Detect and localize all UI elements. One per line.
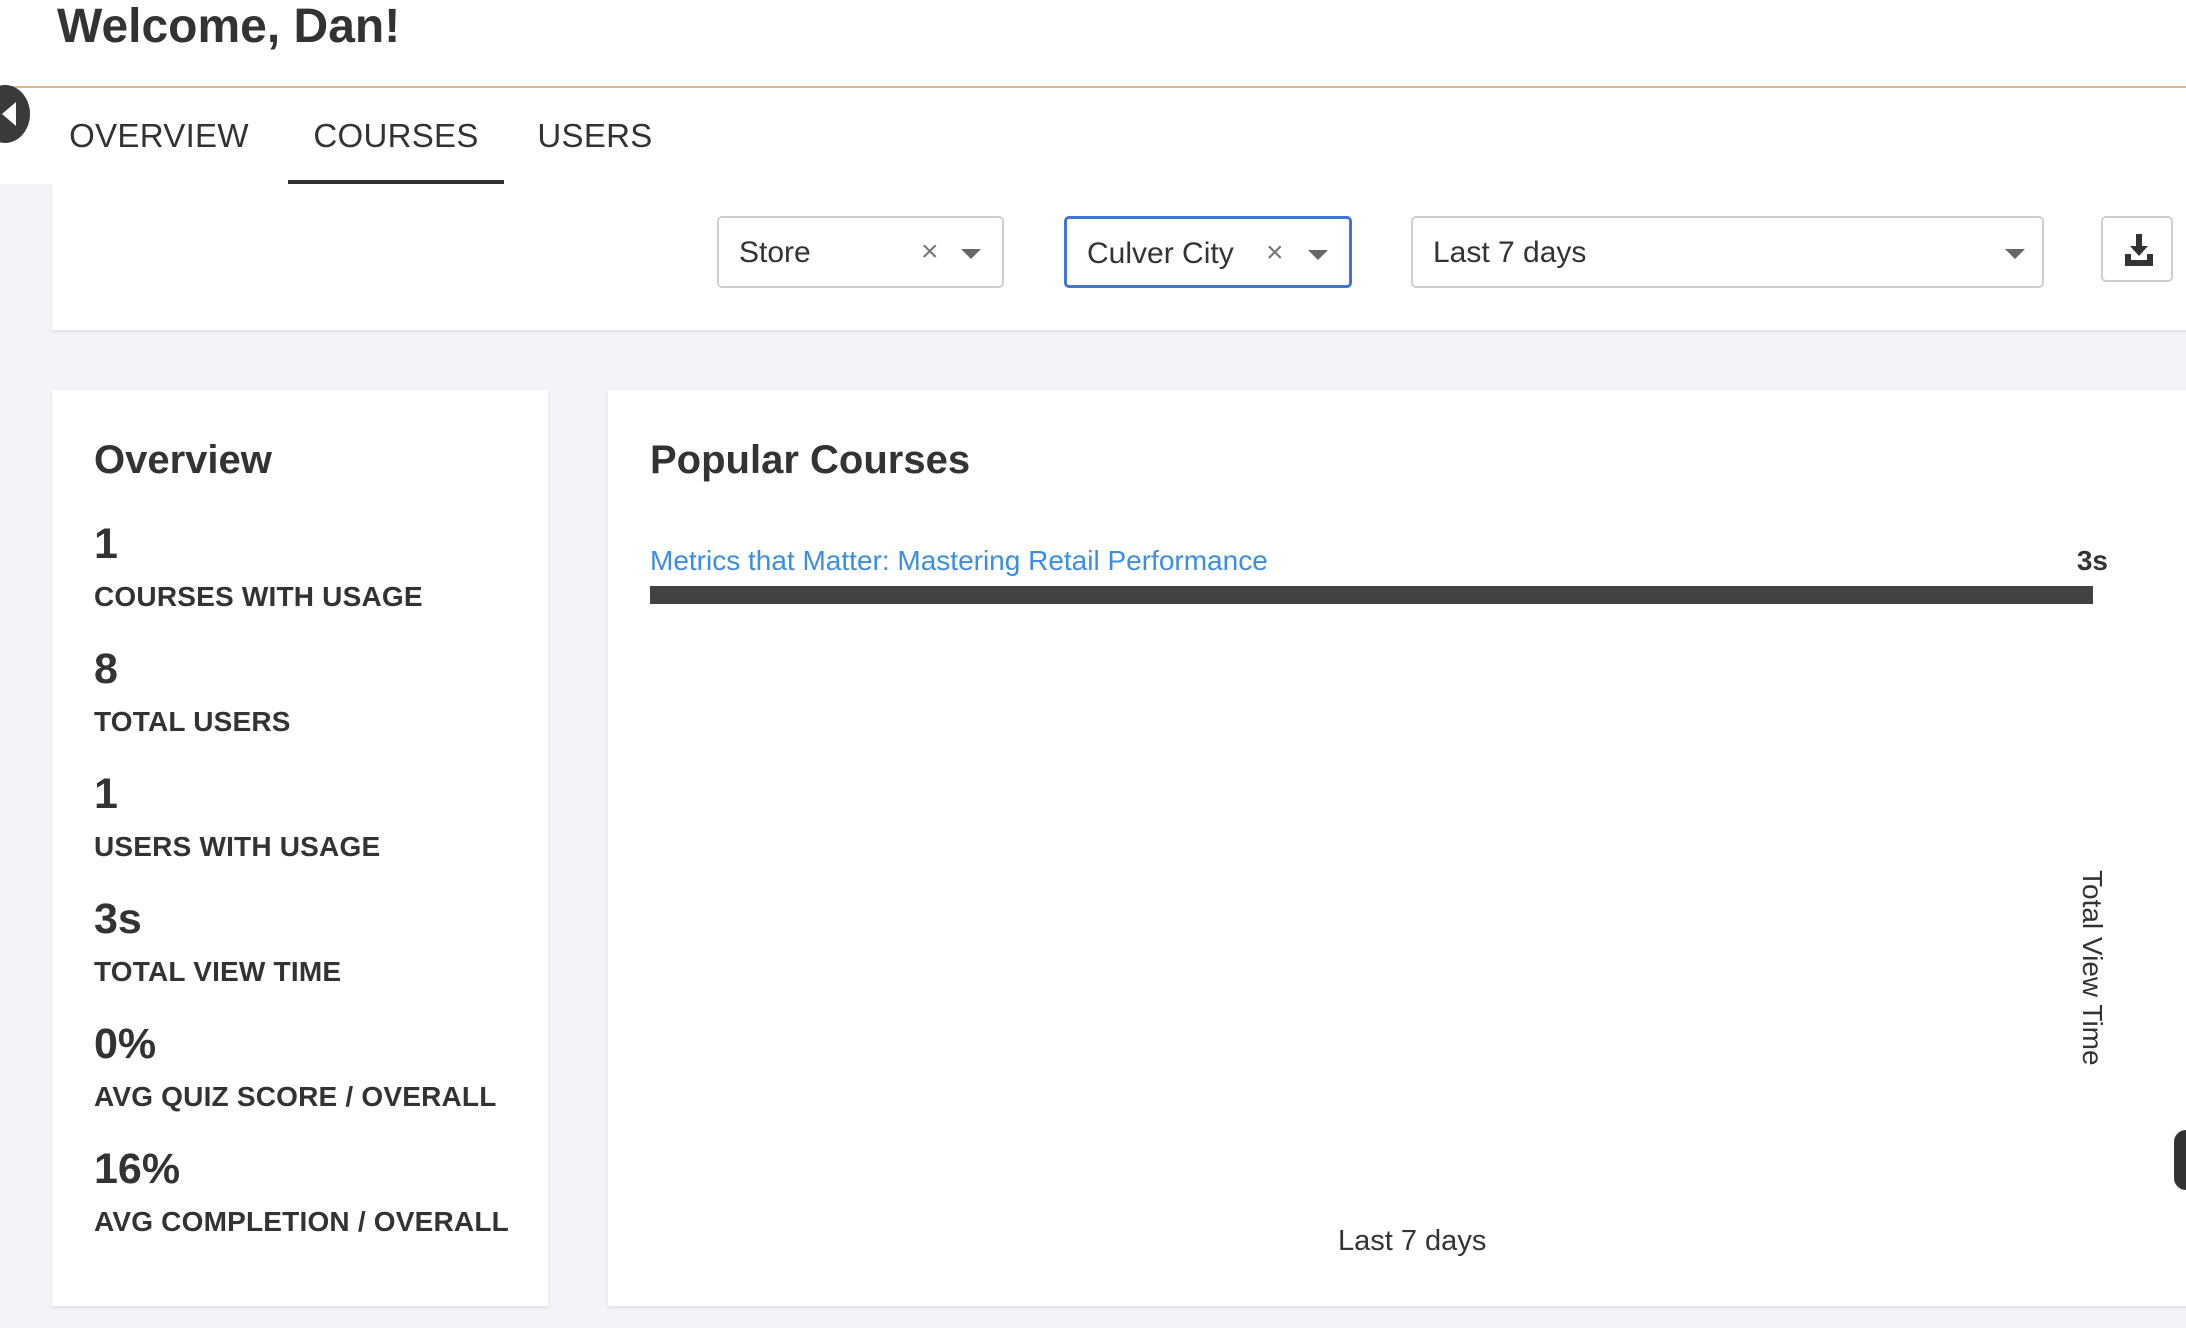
date-range-value: Last 7 days (1433, 236, 1587, 269)
stat-label: AVG COMPLETION / OVERALL (94, 1206, 509, 1237)
tab-bar: OVERVIEW COURSES USERS (0, 88, 2186, 184)
stat-total-view-time: 3s TOTAL VIEW TIME (94, 893, 341, 989)
location-select-value: Culver City (1087, 237, 1234, 270)
overview-title: Overview (94, 438, 272, 482)
stat-label: USERS WITH USAGE (94, 831, 381, 862)
stat-users-with-usage: 1 USERS WITH USAGE (94, 768, 380, 864)
close-icon[interactable]: × (1266, 219, 1284, 287)
popular-courses-title: Popular Courses (650, 438, 971, 482)
page-header: Welcome, Dan! (0, 0, 2186, 88)
store-select-value: Store (739, 236, 811, 269)
tab-courses[interactable]: COURSES (288, 88, 504, 184)
download-button[interactable] (2101, 216, 2173, 282)
course-view-time: 3s (2076, 545, 2108, 576)
stat-value: 3s (94, 895, 142, 943)
stat-value: 8 (94, 645, 118, 693)
stat-value: 0% (94, 1020, 157, 1068)
stat-courses-with-usage: 1 COURSES WITH USAGE (94, 518, 423, 614)
stat-label: TOTAL VIEW TIME (94, 956, 342, 987)
location-select[interactable]: Culver City × (1064, 216, 1352, 288)
stat-label: TOTAL USERS (94, 706, 291, 737)
date-range-select[interactable]: Last 7 days (1411, 216, 2044, 288)
filter-bar: Store × Culver City × Last 7 days (52, 184, 2186, 330)
close-icon[interactable]: × (921, 218, 939, 286)
download-icon (2125, 234, 2153, 266)
caret-down-icon[interactable] (961, 249, 981, 259)
stat-label: AVG QUIZ SCORE / OVERALL (94, 1081, 497, 1112)
caret-down-icon[interactable] (2005, 249, 2025, 259)
x-axis-label: Last 7 days (1338, 1225, 1487, 1257)
stat-value: 16% (94, 1145, 181, 1193)
stat-total-users: 8 TOTAL USERS (94, 643, 291, 739)
caret-down-icon[interactable] (1308, 250, 1328, 260)
stat-avg-quiz-score: 0% AVG QUIZ SCORE / OVERALL (94, 1018, 497, 1114)
stat-value: 1 (94, 520, 118, 568)
tab-users[interactable]: USERS (530, 88, 660, 184)
stat-label: COURSES WITH USAGE (94, 581, 423, 612)
overview-card: Overview 1 COURSES WITH USAGE 8 TOTAL US… (52, 390, 548, 1306)
stat-avg-completion: 16% AVG COMPLETION / OVERALL (94, 1143, 509, 1239)
stat-value: 1 (94, 770, 118, 818)
tab-overview[interactable]: OVERVIEW (64, 88, 254, 184)
help-widget-handle[interactable] (2174, 1130, 2186, 1190)
y-axis-label: Total View Time (2077, 870, 2108, 1066)
store-select[interactable]: Store × (717, 216, 1004, 288)
course-link[interactable]: Metrics that Matter: Mastering Retail Pe… (650, 545, 1268, 577)
course-bar (650, 586, 2093, 604)
popular-courses-card: Popular Courses Metrics that Matter: Mas… (608, 390, 2186, 1306)
dashboard-page: Welcome, Dan! OVERVIEW COURSES USERS Sto… (0, 0, 2186, 1328)
course-bar-track (650, 586, 2093, 604)
welcome-title: Welcome, Dan! (57, 0, 401, 53)
